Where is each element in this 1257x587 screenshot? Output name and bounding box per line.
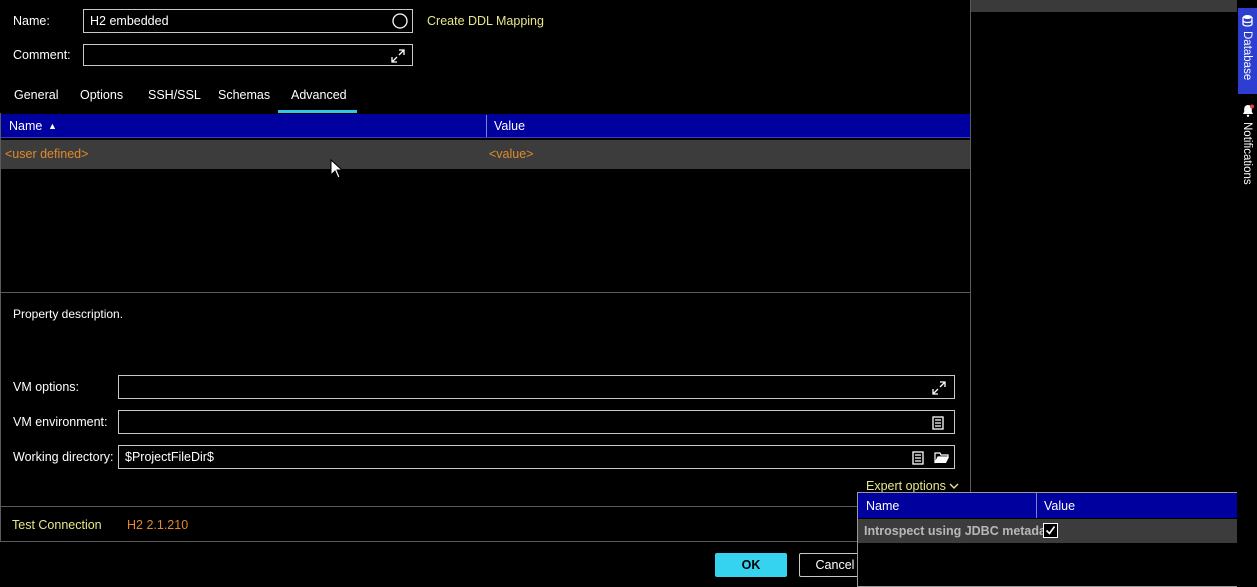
expand-icon[interactable]: [391, 48, 407, 64]
ok-button[interactable]: OK: [715, 553, 787, 577]
tab-schemas[interactable]: Schemas: [218, 88, 270, 102]
user-defined-cell[interactable]: <user defined>: [5, 147, 88, 161]
vm-options-field[interactable]: [118, 375, 955, 399]
dialog-right-border: [970, 0, 971, 542]
create-ddl-mapping-link[interactable]: Create DDL Mapping: [427, 14, 544, 28]
popup-table-header: Name Value: [858, 493, 1256, 518]
vm-environment-field[interactable]: [118, 410, 955, 434]
database-tool-tab[interactable]: Database: [1238, 8, 1257, 94]
table-row[interactable]: <user defined> <value>: [1, 140, 970, 169]
circle-icon[interactable]: [392, 13, 408, 29]
database-icon: [1242, 14, 1253, 30]
expert-options-popup: Name Value Introspect using JDBC metadat: [857, 492, 1257, 587]
checkbox-icon[interactable]: [1043, 523, 1058, 538]
expert-options-label: Expert options: [866, 479, 946, 493]
property-description: Property description.: [13, 307, 124, 321]
working-directory-field[interactable]: $ProjectFileDir$: [118, 445, 955, 469]
working-directory-label: Working directory:: [13, 450, 114, 464]
tab-advanced[interactable]: Advanced: [291, 88, 347, 102]
column-divider[interactable]: [486, 115, 487, 137]
tab-options[interactable]: Options: [80, 88, 123, 102]
comment-field[interactable]: [83, 44, 413, 66]
notifications-tab-label: Notifications: [1241, 122, 1253, 185]
name-column-header[interactable]: Name: [9, 119, 42, 133]
working-directory-value: $ProjectFileDir$: [125, 450, 214, 464]
popup-name-column-header[interactable]: Name: [866, 499, 899, 513]
tab-ssh-ssl[interactable]: SSH/SSL: [148, 88, 201, 102]
chevron-down-icon: [949, 479, 959, 493]
comment-label: Comment:: [13, 48, 71, 62]
list-icon[interactable]: [932, 415, 948, 431]
sort-ascending-icon: ▲: [48, 121, 57, 131]
test-connection-link[interactable]: Test Connection: [12, 518, 102, 532]
folder-icon[interactable]: [934, 450, 950, 466]
tab-general[interactable]: General: [14, 88, 58, 102]
mouse-cursor-icon: [330, 158, 344, 182]
expert-options-link[interactable]: Expert options: [866, 479, 959, 493]
name-field[interactable]: H2 embedded: [83, 9, 413, 33]
popup-column-divider[interactable]: [1036, 493, 1037, 518]
database-tab-label: Database: [1241, 31, 1253, 81]
table-row[interactable]: Introspect using JDBC metadat: [858, 519, 1256, 543]
name-value: H2 embedded: [90, 14, 169, 28]
vm-environment-label: VM environment:: [13, 415, 108, 429]
footer-top-divider: [0, 506, 858, 507]
value-column-header[interactable]: Value: [494, 119, 525, 133]
right-panel-strip: [971, 0, 1237, 12]
expand-icon[interactable]: [932, 380, 948, 396]
introspect-jdbc-label: Introspect using JDBC metadat: [864, 524, 1051, 538]
driver-version[interactable]: H2 2.1.210: [127, 518, 188, 532]
popup-value-column-header[interactable]: Value: [1044, 499, 1075, 513]
notifications-tool-tab[interactable]: Notifications: [1238, 100, 1257, 190]
list-icon[interactable]: [912, 450, 928, 466]
name-label: Name:: [13, 14, 50, 28]
dialog-left-border: [0, 113, 1, 542]
footer-bottom-divider: [0, 541, 858, 542]
table-bottom-divider: [0, 292, 970, 293]
bell-icon: [1242, 104, 1254, 120]
value-cell[interactable]: <value>: [489, 147, 533, 161]
vm-options-label: VM options:: [13, 380, 80, 394]
active-tab-indicator: [278, 110, 357, 113]
